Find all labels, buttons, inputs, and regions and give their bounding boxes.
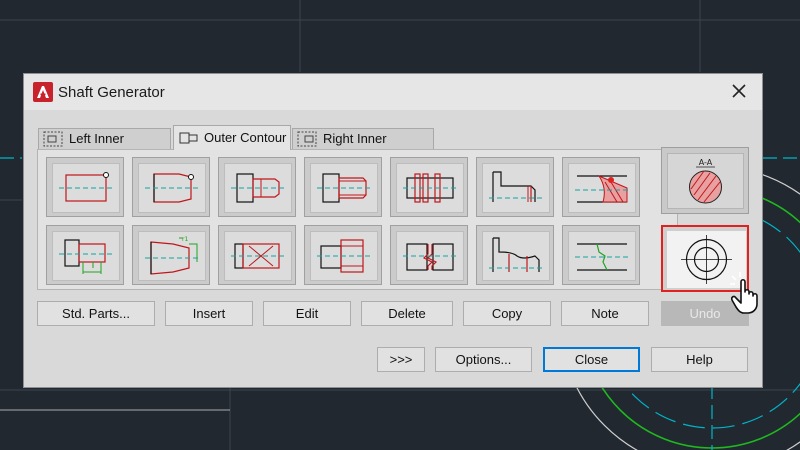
keyway-icon [317, 239, 371, 273]
keyway-button[interactable] [304, 225, 382, 285]
title-bar[interactable]: Shaft Generator [24, 74, 762, 110]
svg-text:r1: r1 [182, 236, 188, 243]
edit-button[interactable]: Edit [263, 301, 351, 326]
tangent-transition-button[interactable] [562, 225, 640, 285]
right-inner-contour-icon [297, 131, 317, 147]
delete-button[interactable]: Delete [361, 301, 453, 326]
cone-icon [145, 173, 199, 203]
options-button[interactable]: Options... [435, 347, 532, 372]
section-view-button[interactable]: A-A [661, 147, 749, 214]
section-view-icon: A-A [689, 158, 722, 204]
dialog-title: Shaft Generator [58, 84, 165, 101]
cross-section-icon [231, 243, 285, 269]
shaft-generator-dialog: Shaft Generator Left Inner Contour Outer… [23, 73, 763, 388]
outer-contour-icon [179, 132, 198, 144]
thread-icon [317, 173, 371, 203]
shaft-end-button[interactable] [218, 157, 296, 217]
cone-button[interactable] [132, 157, 210, 217]
outer-contour-panel: r1 [37, 149, 678, 290]
tab-label: Outer Contour [204, 130, 287, 145]
tab-outer-contour[interactable]: Outer Contour [173, 125, 291, 150]
help-button[interactable]: Help [651, 347, 748, 372]
break-icon [403, 243, 457, 271]
copy-button[interactable]: Copy [463, 301, 551, 326]
hand-pointer-icon [730, 272, 758, 314]
close-icon[interactable] [728, 80, 750, 102]
note-button[interactable]: Note [561, 301, 649, 326]
cross-section-button[interactable] [218, 225, 296, 285]
break-button[interactable] [390, 225, 468, 285]
tab-left-inner-contour[interactable]: Left Inner Contour [38, 128, 171, 166]
autocad-logo-icon [33, 82, 53, 102]
section-view-label: A-A [699, 158, 713, 167]
wave-button[interactable] [476, 225, 554, 285]
profile-icon [489, 171, 543, 202]
shaft-end-icon [231, 173, 285, 203]
close-button[interactable]: Close [543, 347, 640, 372]
cone-dimensioned-button[interactable]: r1 [132, 225, 210, 285]
insert-button[interactable]: Insert [165, 301, 253, 326]
left-inner-contour-icon [43, 131, 63, 147]
cylinder-button[interactable] [46, 157, 124, 217]
thread-button[interactable] [304, 157, 382, 217]
cylinder-dimensioned-icon [59, 239, 113, 274]
section-hatch-button[interactable] [562, 157, 640, 217]
profile-button[interactable] [476, 157, 554, 217]
cylinder-icon [59, 172, 113, 202]
spline-button[interactable] [390, 157, 468, 217]
cone-dimensioned-icon: r1 [145, 236, 199, 275]
more-button[interactable]: >>> [377, 347, 425, 372]
tangent-transition-icon [575, 243, 629, 271]
wave-icon [489, 237, 543, 272]
spline-icon [403, 173, 457, 203]
std-parts-button[interactable]: Std. Parts... [37, 301, 155, 326]
section-hatch-icon [575, 174, 629, 203]
cylinder-dimensioned-button[interactable] [46, 225, 124, 285]
tab-right-inner-contour[interactable]: Right Inner Contour [292, 128, 434, 166]
